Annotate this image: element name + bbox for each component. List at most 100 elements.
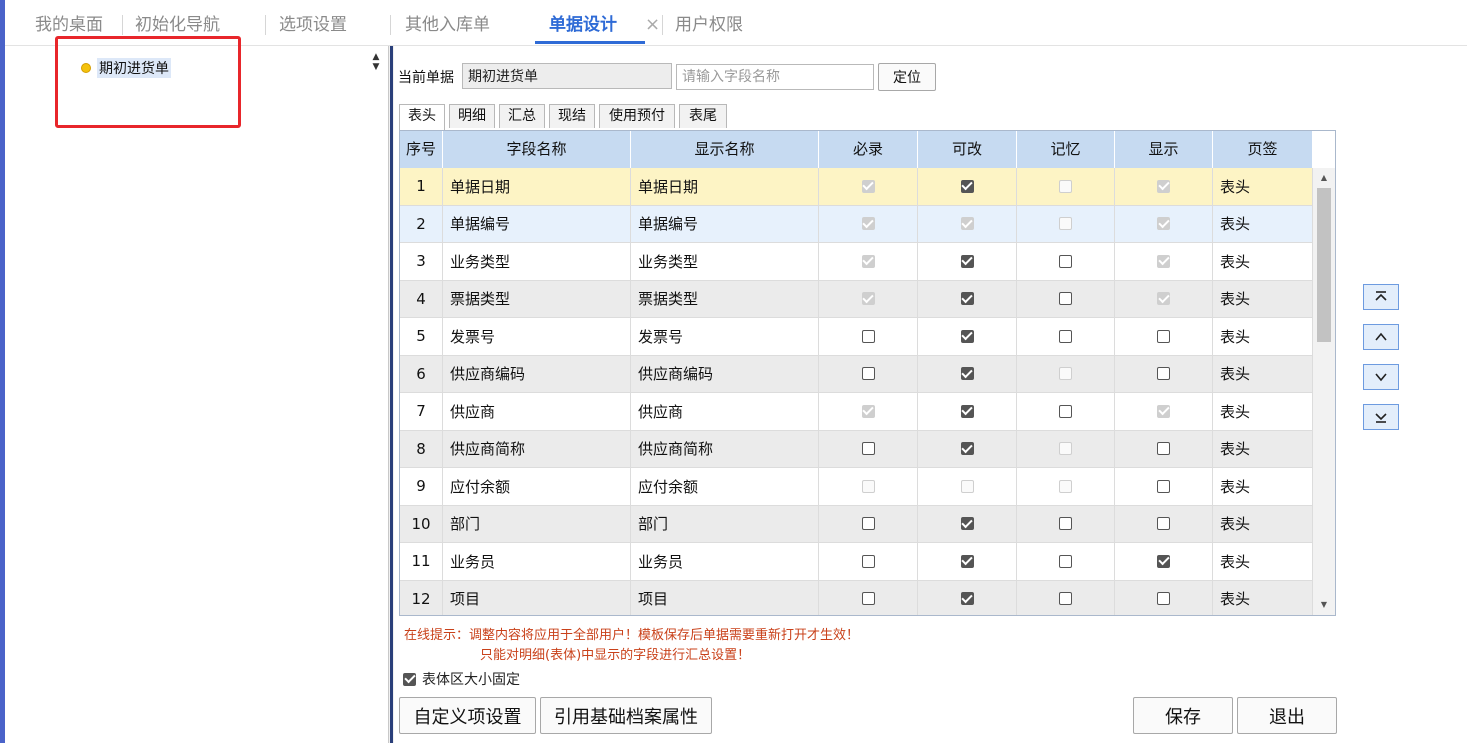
table-row[interactable]: 7 供应商 供应商 表头 — [400, 393, 1313, 431]
subtab-detail[interactable]: 明细 — [449, 104, 495, 128]
cell-display-name[interactable]: 项目 — [631, 580, 819, 615]
required-checkbox[interactable] — [861, 592, 875, 606]
ref-attributes-button[interactable]: 引用基础档案属性 — [540, 697, 712, 734]
cell-display-name[interactable]: 单据编号 — [631, 205, 819, 242]
fixed-size-check-icon[interactable] — [403, 672, 416, 686]
memory-checkbox[interactable] — [1059, 517, 1072, 531]
table-row[interactable]: 4 票据类型 票据类型 表头 — [400, 280, 1313, 318]
memory-checkbox[interactable] — [1059, 329, 1072, 343]
editable-checkbox[interactable] — [960, 329, 974, 343]
show-checkbox — [1157, 217, 1170, 231]
save-button[interactable]: 保存 — [1133, 697, 1233, 734]
fixed-size-checkbox[interactable]: 表体区大小固定 — [403, 669, 520, 689]
current-bill-field[interactable] — [462, 63, 672, 89]
subtab-summary[interactable]: 汇总 — [499, 104, 545, 128]
show-checkbox[interactable] — [1157, 367, 1170, 381]
cell-no: 4 — [400, 280, 443, 317]
cell-display-name[interactable]: 供应商编码 — [631, 355, 819, 392]
cell-display-name[interactable]: 部门 — [631, 505, 819, 542]
show-checkbox[interactable] — [1157, 554, 1170, 568]
scroll-down-icon[interactable]: ▼ — [1313, 597, 1335, 613]
close-icon[interactable]: × — [645, 0, 660, 50]
editable-checkbox[interactable] — [960, 367, 974, 381]
cell-display-name[interactable]: 票据类型 — [631, 280, 819, 317]
cell-display-name[interactable]: 应付余额 — [631, 468, 819, 505]
required-checkbox[interactable] — [861, 517, 875, 531]
move-up-button[interactable] — [1363, 324, 1399, 350]
required-checkbox[interactable] — [861, 367, 875, 381]
memory-checkbox[interactable] — [1059, 592, 1072, 606]
editable-checkbox[interactable] — [960, 179, 974, 193]
show-checkbox[interactable] — [1157, 592, 1170, 606]
tab-user-permissions[interactable]: 用户权限 — [675, 0, 743, 46]
cell-display-name[interactable]: 业务类型 — [631, 243, 819, 280]
editable-checkbox[interactable] — [960, 592, 974, 606]
table-row[interactable]: 10 部门 部门 表头 — [400, 505, 1313, 543]
memory-checkbox[interactable] — [1059, 254, 1072, 268]
editable-checkbox[interactable] — [960, 554, 974, 568]
cell-display-name[interactable]: 单据日期 — [631, 168, 819, 205]
required-checkbox[interactable] — [861, 329, 875, 343]
cell-display-name[interactable]: 供应商 — [631, 393, 819, 430]
subtab-header[interactable]: 表头 — [399, 104, 445, 130]
col-header-tab: 页签 — [1213, 131, 1313, 168]
tree-item-label: 期初进货单 — [97, 58, 171, 78]
tab-other-inbound[interactable]: 其他入库单 — [405, 0, 490, 46]
tree-item-opening-purchase[interactable]: 期初进货单 — [81, 58, 171, 78]
scroll-thumb[interactable] — [1317, 188, 1331, 342]
cell-no: 3 — [400, 243, 443, 280]
required-checkbox[interactable] — [861, 554, 875, 568]
table-row[interactable]: 11 业务员 业务员 表头 — [400, 543, 1313, 581]
subtab-cash[interactable]: 现结 — [549, 104, 595, 128]
memory-checkbox[interactable] — [1059, 404, 1072, 418]
subtab-footer[interactable]: 表尾 — [679, 104, 727, 128]
cell-display-name[interactable]: 供应商简称 — [631, 430, 819, 467]
cell-field-name: 发票号 — [443, 318, 631, 355]
table-row[interactable]: 2 单据编号 单据编号 表头 — [400, 205, 1313, 243]
move-bottom-button[interactable] — [1363, 404, 1399, 430]
show-checkbox[interactable] — [1157, 329, 1170, 343]
show-checkbox[interactable] — [1157, 442, 1170, 456]
exit-button[interactable]: 退出 — [1237, 697, 1337, 734]
table-row[interactable]: 12 项目 项目 表头 — [400, 580, 1313, 615]
cell-display-name[interactable]: 业务员 — [631, 543, 819, 580]
table-row[interactable]: 6 供应商编码 供应商编码 表头 — [400, 355, 1313, 393]
grid-scrollbar[interactable]: ▲ ▼ — [1313, 168, 1335, 615]
cell-show — [1115, 468, 1213, 505]
subtab-prepay[interactable]: 使用预付 — [599, 104, 675, 128]
memory-checkbox[interactable] — [1059, 292, 1072, 306]
table-row[interactable]: 8 供应商简称 供应商简称 表头 — [400, 430, 1313, 468]
cell-display-name[interactable]: 发票号 — [631, 318, 819, 355]
editable-checkbox[interactable] — [960, 292, 974, 306]
scroll-up-icon[interactable]: ▲ — [1313, 170, 1335, 186]
show-checkbox[interactable] — [1157, 517, 1170, 531]
editable-checkbox[interactable] — [960, 517, 974, 531]
cell-memory — [1017, 393, 1115, 430]
col-header-no: 序号 — [400, 131, 443, 168]
tab-bill-design[interactable]: 单据设计 × — [535, 0, 660, 46]
cell-memory — [1017, 168, 1115, 205]
memory-checkbox — [1059, 479, 1072, 493]
table-row[interactable]: 5 发票号 发票号 表头 — [400, 318, 1313, 356]
editable-checkbox[interactable] — [960, 442, 974, 456]
bill-tree-panel: 期初进货单 ▲ ▼ — [5, 36, 388, 743]
move-top-button[interactable] — [1363, 284, 1399, 310]
table-row[interactable]: 3 业务类型 业务类型 表头 — [400, 243, 1313, 281]
required-checkbox[interactable] — [861, 442, 875, 456]
memory-checkbox[interactable] — [1059, 554, 1072, 568]
cell-editable — [918, 580, 1017, 615]
tree-scroll-arrows-icon[interactable]: ▲ ▼ — [369, 52, 383, 74]
custom-items-button[interactable]: 自定义项设置 — [399, 697, 536, 734]
table-row[interactable]: 1 单据日期 单据日期 表头 — [400, 168, 1313, 206]
field-search-input[interactable] — [676, 64, 874, 90]
node-dot-icon — [81, 63, 91, 73]
table-row[interactable]: 9 应付余额 应付余额 表头 — [400, 468, 1313, 506]
editable-checkbox[interactable] — [960, 404, 974, 418]
editable-checkbox[interactable] — [960, 254, 974, 268]
tab-options[interactable]: 选项设置 — [279, 0, 347, 46]
panel-splitter[interactable] — [388, 46, 394, 743]
show-checkbox[interactable] — [1157, 479, 1170, 493]
locate-button[interactable]: 定位 — [878, 63, 936, 91]
tab-separator — [662, 15, 663, 35]
move-down-button[interactable] — [1363, 364, 1399, 390]
